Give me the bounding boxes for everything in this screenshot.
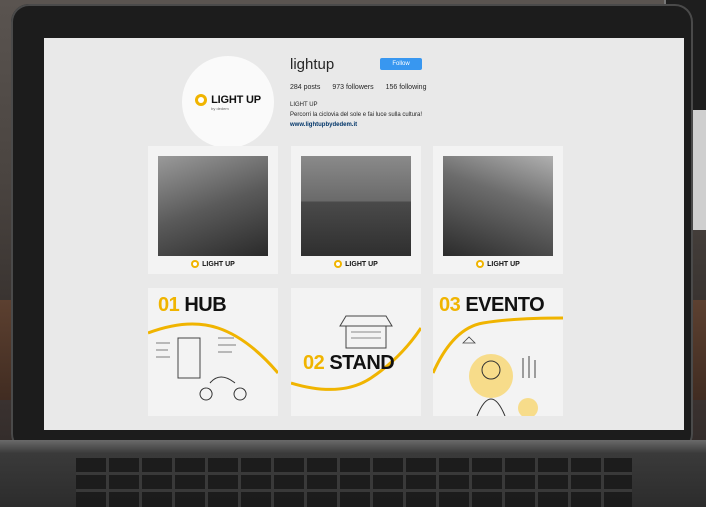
post-logo: LIGHT UP [291, 260, 421, 268]
post-photo [301, 156, 411, 256]
post-tile-evento[interactable]: 03 EVENTO [433, 288, 563, 416]
posts-count[interactable]: 284 posts [290, 84, 320, 91]
evento-number: 03 [439, 294, 461, 316]
profile-username: lightup [290, 56, 335, 73]
post-tile[interactable]: LIGHT UP [433, 146, 563, 274]
post-photo [443, 156, 553, 256]
follow-button[interactable]: Follow [380, 58, 422, 70]
post-logo: LIGHT UP [148, 260, 278, 268]
bio-name: LIGHT UP [290, 102, 318, 108]
post-tile-stand[interactable]: 02 STAND [291, 288, 421, 416]
bio-link[interactable]: www.lightupbydedem.it [290, 122, 357, 128]
hub-title: 01 HUB [158, 294, 227, 317]
hub-label: HUB [184, 294, 227, 316]
keyboard [76, 458, 632, 507]
avatar-logo: LIGHT UP [195, 93, 261, 106]
post-logo-text: LIGHT UP [202, 260, 235, 268]
laptop-screen: LIGHT UP by dedem lightup Follow 284 pos… [44, 38, 684, 430]
sun-icon [195, 93, 208, 106]
stand-number: 02 [303, 352, 325, 374]
avatar-logo-sub: by dedem [211, 105, 229, 111]
profile-stats: 284 posts 973 followers 156 following [290, 84, 426, 91]
stand-label: STAND [329, 352, 395, 374]
post-tile[interactable]: LIGHT UP [291, 146, 421, 274]
stand-title: 02 STAND [303, 352, 395, 375]
avatar-logo-text: LIGHT UP [211, 93, 261, 106]
post-tile[interactable]: LIGHT UP [148, 146, 278, 274]
bio-text: Percorri la ciclovia del sole e fai luce… [290, 112, 423, 118]
hub-number: 01 [158, 294, 180, 316]
post-logo-text: LIGHT UP [345, 260, 378, 268]
laptop-lid: LIGHT UP by dedem lightup Follow 284 pos… [11, 4, 693, 452]
following-count[interactable]: 156 following [386, 84, 427, 91]
post-logo: LIGHT UP [433, 260, 563, 268]
sun-icon [476, 260, 485, 268]
post-logo-text: LIGHT UP [487, 260, 520, 268]
sun-icon [334, 260, 343, 268]
evento-label: EVENTO [465, 294, 545, 316]
sun-icon [191, 260, 200, 268]
post-tile-hub[interactable]: 01 HUB [148, 288, 278, 416]
avatar[interactable]: LIGHT UP by dedem [182, 56, 274, 148]
evento-title: 03 EVENTO [439, 294, 545, 317]
followers-count[interactable]: 973 followers [332, 84, 373, 91]
post-photo [158, 156, 268, 256]
